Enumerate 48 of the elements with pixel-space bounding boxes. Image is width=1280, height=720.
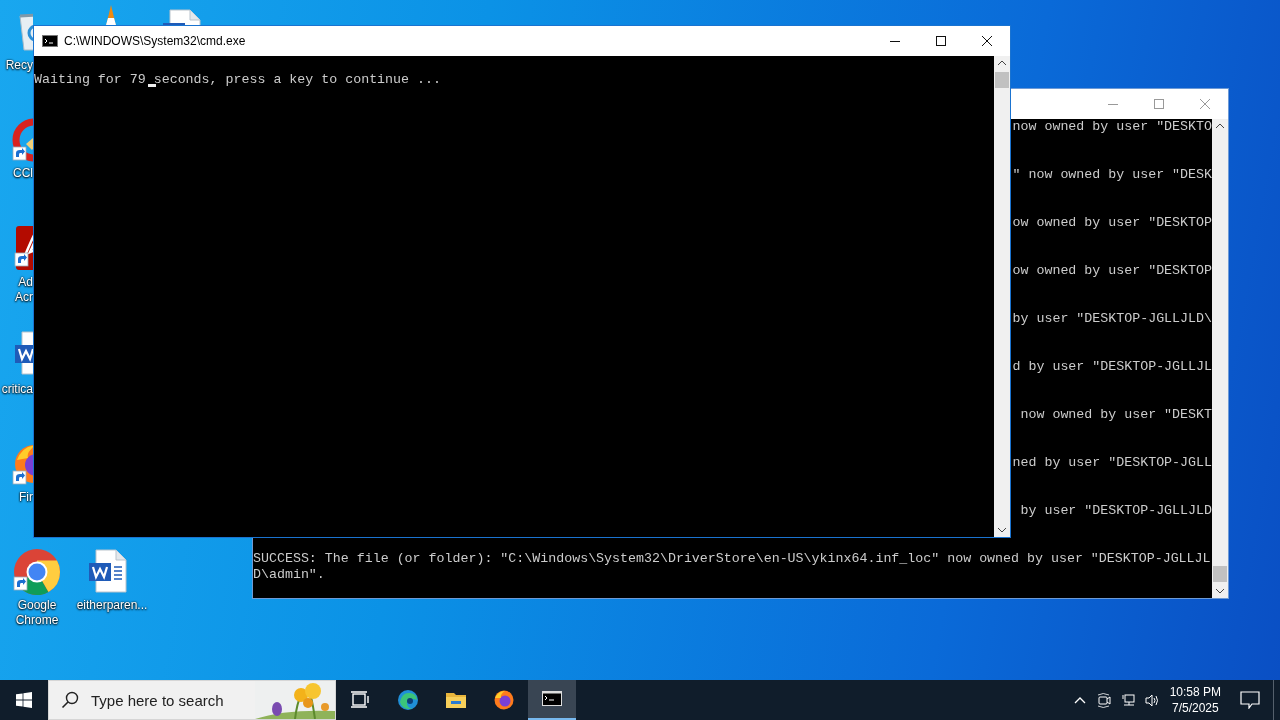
network-icon[interactable] — [1120, 692, 1135, 708]
scroll-thumb[interactable] — [995, 72, 1009, 88]
close-icon — [982, 36, 992, 46]
document-icon[interactable] — [86, 548, 130, 596]
scroll-thumb[interactable] — [1213, 566, 1227, 582]
icon-label[interactable]: CCl — [0, 166, 33, 181]
console-text: ow owned by user "DESKTOP — [1011, 215, 1212, 231]
icon-label[interactable]: Recy — [0, 58, 33, 73]
firefox-icon[interactable] — [494, 690, 514, 710]
console-text: SUCCESS: The file (or folder): "C:\Windows\System32\DriverStore\en-US\ykinx64.inf_loc" now owned by user "DESKTOP-JGLLJL — [253, 551, 1212, 567]
icon-label[interactable]: Google Chrome — [0, 598, 74, 628]
scrollbar[interactable] — [994, 56, 1010, 537]
console-text: " now owned by user "DESK — [1011, 167, 1212, 183]
console-text: now owned by user "DESKT — [1019, 407, 1212, 423]
window-title: C:\WINDOWS\System32\cmd.exe — [64, 34, 246, 48]
terminal-icon — [42, 35, 58, 47]
console-text: ow owned by user "DESKTOP — [1011, 263, 1212, 279]
maximize-icon — [936, 36, 946, 46]
task-view-icon[interactable] — [350, 690, 370, 710]
camera-icon[interactable] — [1096, 692, 1111, 708]
icon-label[interactable]: Ad Acr — [0, 275, 33, 305]
maximize-icon — [1154, 99, 1164, 109]
search-input[interactable]: Type here to search — [91, 691, 255, 709]
search-icon — [61, 691, 79, 709]
console-text: by user "DESKTOP-JGLLJLD\ — [1011, 311, 1212, 327]
edge-icon[interactable] — [398, 690, 418, 710]
console-text: now owned by user "DESKTO — [1011, 119, 1212, 135]
pdf-app-icon[interactable] — [14, 224, 33, 272]
windows-logo-icon[interactable] — [16, 692, 32, 708]
notification-icon[interactable] — [1240, 691, 1260, 709]
clock-time: 10:58 PM — [1169, 684, 1221, 700]
taskbar-button[interactable] — [528, 680, 576, 720]
close-icon — [1200, 99, 1210, 109]
folder-icon[interactable] — [446, 690, 466, 710]
clock-date: 7/5/2025 — [1171, 700, 1219, 716]
volume-icon[interactable] — [1144, 692, 1159, 708]
console-text: Waiting for 79 seconds, press a key to continue ... — [34, 72, 442, 88]
terminal-icon[interactable] — [542, 689, 562, 709]
console-text: D\admin". — [253, 567, 326, 583]
icon-label[interactable]: eitherparen... — [73, 598, 151, 613]
chrome-icon[interactable] — [13, 548, 61, 596]
icon-label[interactable]: Fir — [0, 490, 33, 505]
document-icon[interactable] — [160, 8, 204, 25]
icon-label[interactable]: critica — [0, 382, 33, 397]
clock[interactable]: 10:58 PM 7/5/2025 — [1163, 680, 1227, 720]
console-text: by user "DESKTOP-JGLLJLD — [1019, 503, 1212, 519]
console-text: ned by user "DESKTOP-JGLL — [1011, 455, 1212, 471]
console-text: d by user "DESKTOP-JGLLJL — [1011, 359, 1212, 375]
